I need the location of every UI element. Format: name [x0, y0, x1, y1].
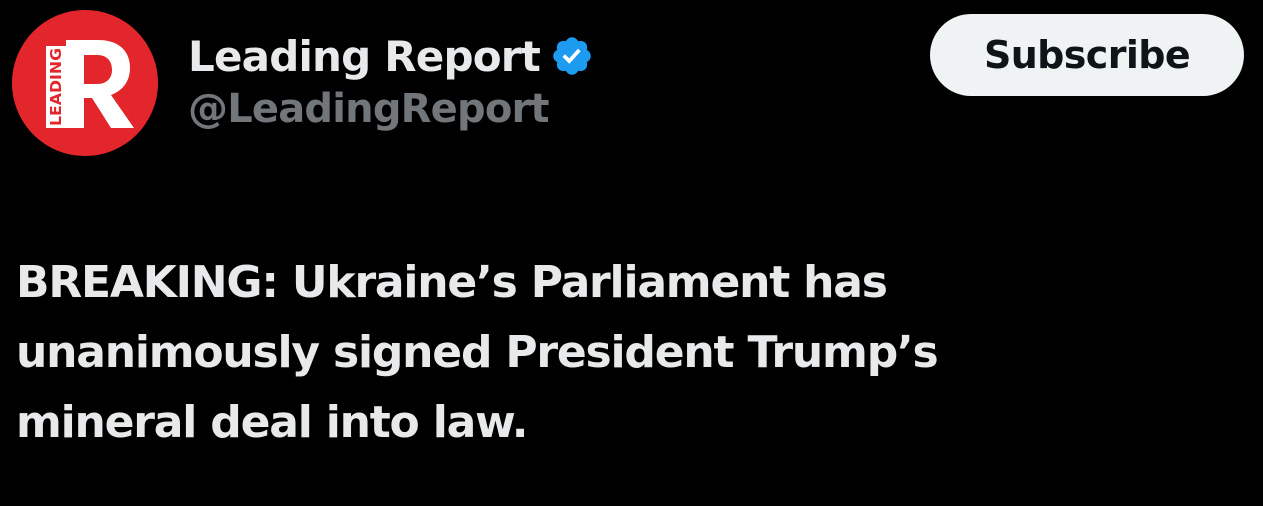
post-text: BREAKING: Ukraine’s Parliament has unani… [16, 257, 939, 448]
avatar[interactable]: LEADING [12, 10, 158, 156]
account-handle[interactable]: @LeadingReport [188, 86, 550, 132]
logo-vertical-text: LEADING [47, 48, 65, 126]
verified-badge-icon[interactable] [550, 34, 594, 78]
display-name[interactable]: Leading Report [188, 32, 541, 81]
account-name-row: Leading Report [188, 28, 594, 84]
subscribe-button[interactable]: Subscribe [930, 14, 1244, 96]
leading-report-logo-icon: LEADING [12, 10, 158, 156]
